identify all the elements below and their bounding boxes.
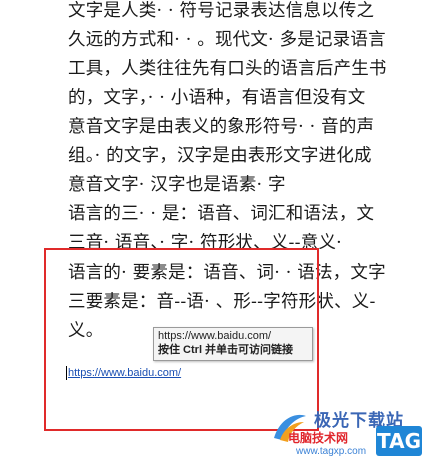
tooltip-url: https://www.baidu.com/ xyxy=(158,330,272,342)
text-cursor xyxy=(66,366,67,380)
hyperlink[interactable]: https://www.baidu.com/ xyxy=(68,367,181,379)
watermark-subtitle: 电脑技术网 xyxy=(288,431,349,445)
tag-badge: TAG xyxy=(376,426,422,456)
watermark: 极光下载站 电脑技术网 www.tagxp.com TAG xyxy=(268,404,425,460)
document-line[interactable]: 意音文字· 汉字也是语素· 字 xyxy=(68,174,286,196)
link-tooltip: https://www.baidu.com/ 按住 Ctrl 并单击可访问链接 xyxy=(153,327,313,361)
tooltip-hint: 按住 Ctrl 并单击可访问链接 xyxy=(158,344,294,356)
document-line[interactable]: 组。· 的文字，汉字是由表形文字进化成 xyxy=(68,145,372,167)
document-line[interactable]: 语言的三· · 是：语音、词汇和语法，文 xyxy=(68,203,374,225)
document-line[interactable]: 意音文字是由表义的象形符号· · 音的声 xyxy=(68,116,374,138)
document-line[interactable]: 久远的方式和· · 。现代文· 多是记录语言 xyxy=(68,29,386,51)
watermark-url: www.tagxp.com xyxy=(296,446,367,457)
document-line[interactable]: 文字是人类· · 符号记录表达信息以传之 xyxy=(68,0,374,22)
document-line[interactable]: 工具，人类往往先有口头的语言后产生书 xyxy=(68,58,387,80)
document-page: 文字是人类· · 符号记录表达信息以传之 久远的方式和· · 。现代文· 多是记… xyxy=(0,0,425,460)
document-line[interactable]: 的，文字，· · 小语种，有语言但没有文 xyxy=(68,87,366,109)
